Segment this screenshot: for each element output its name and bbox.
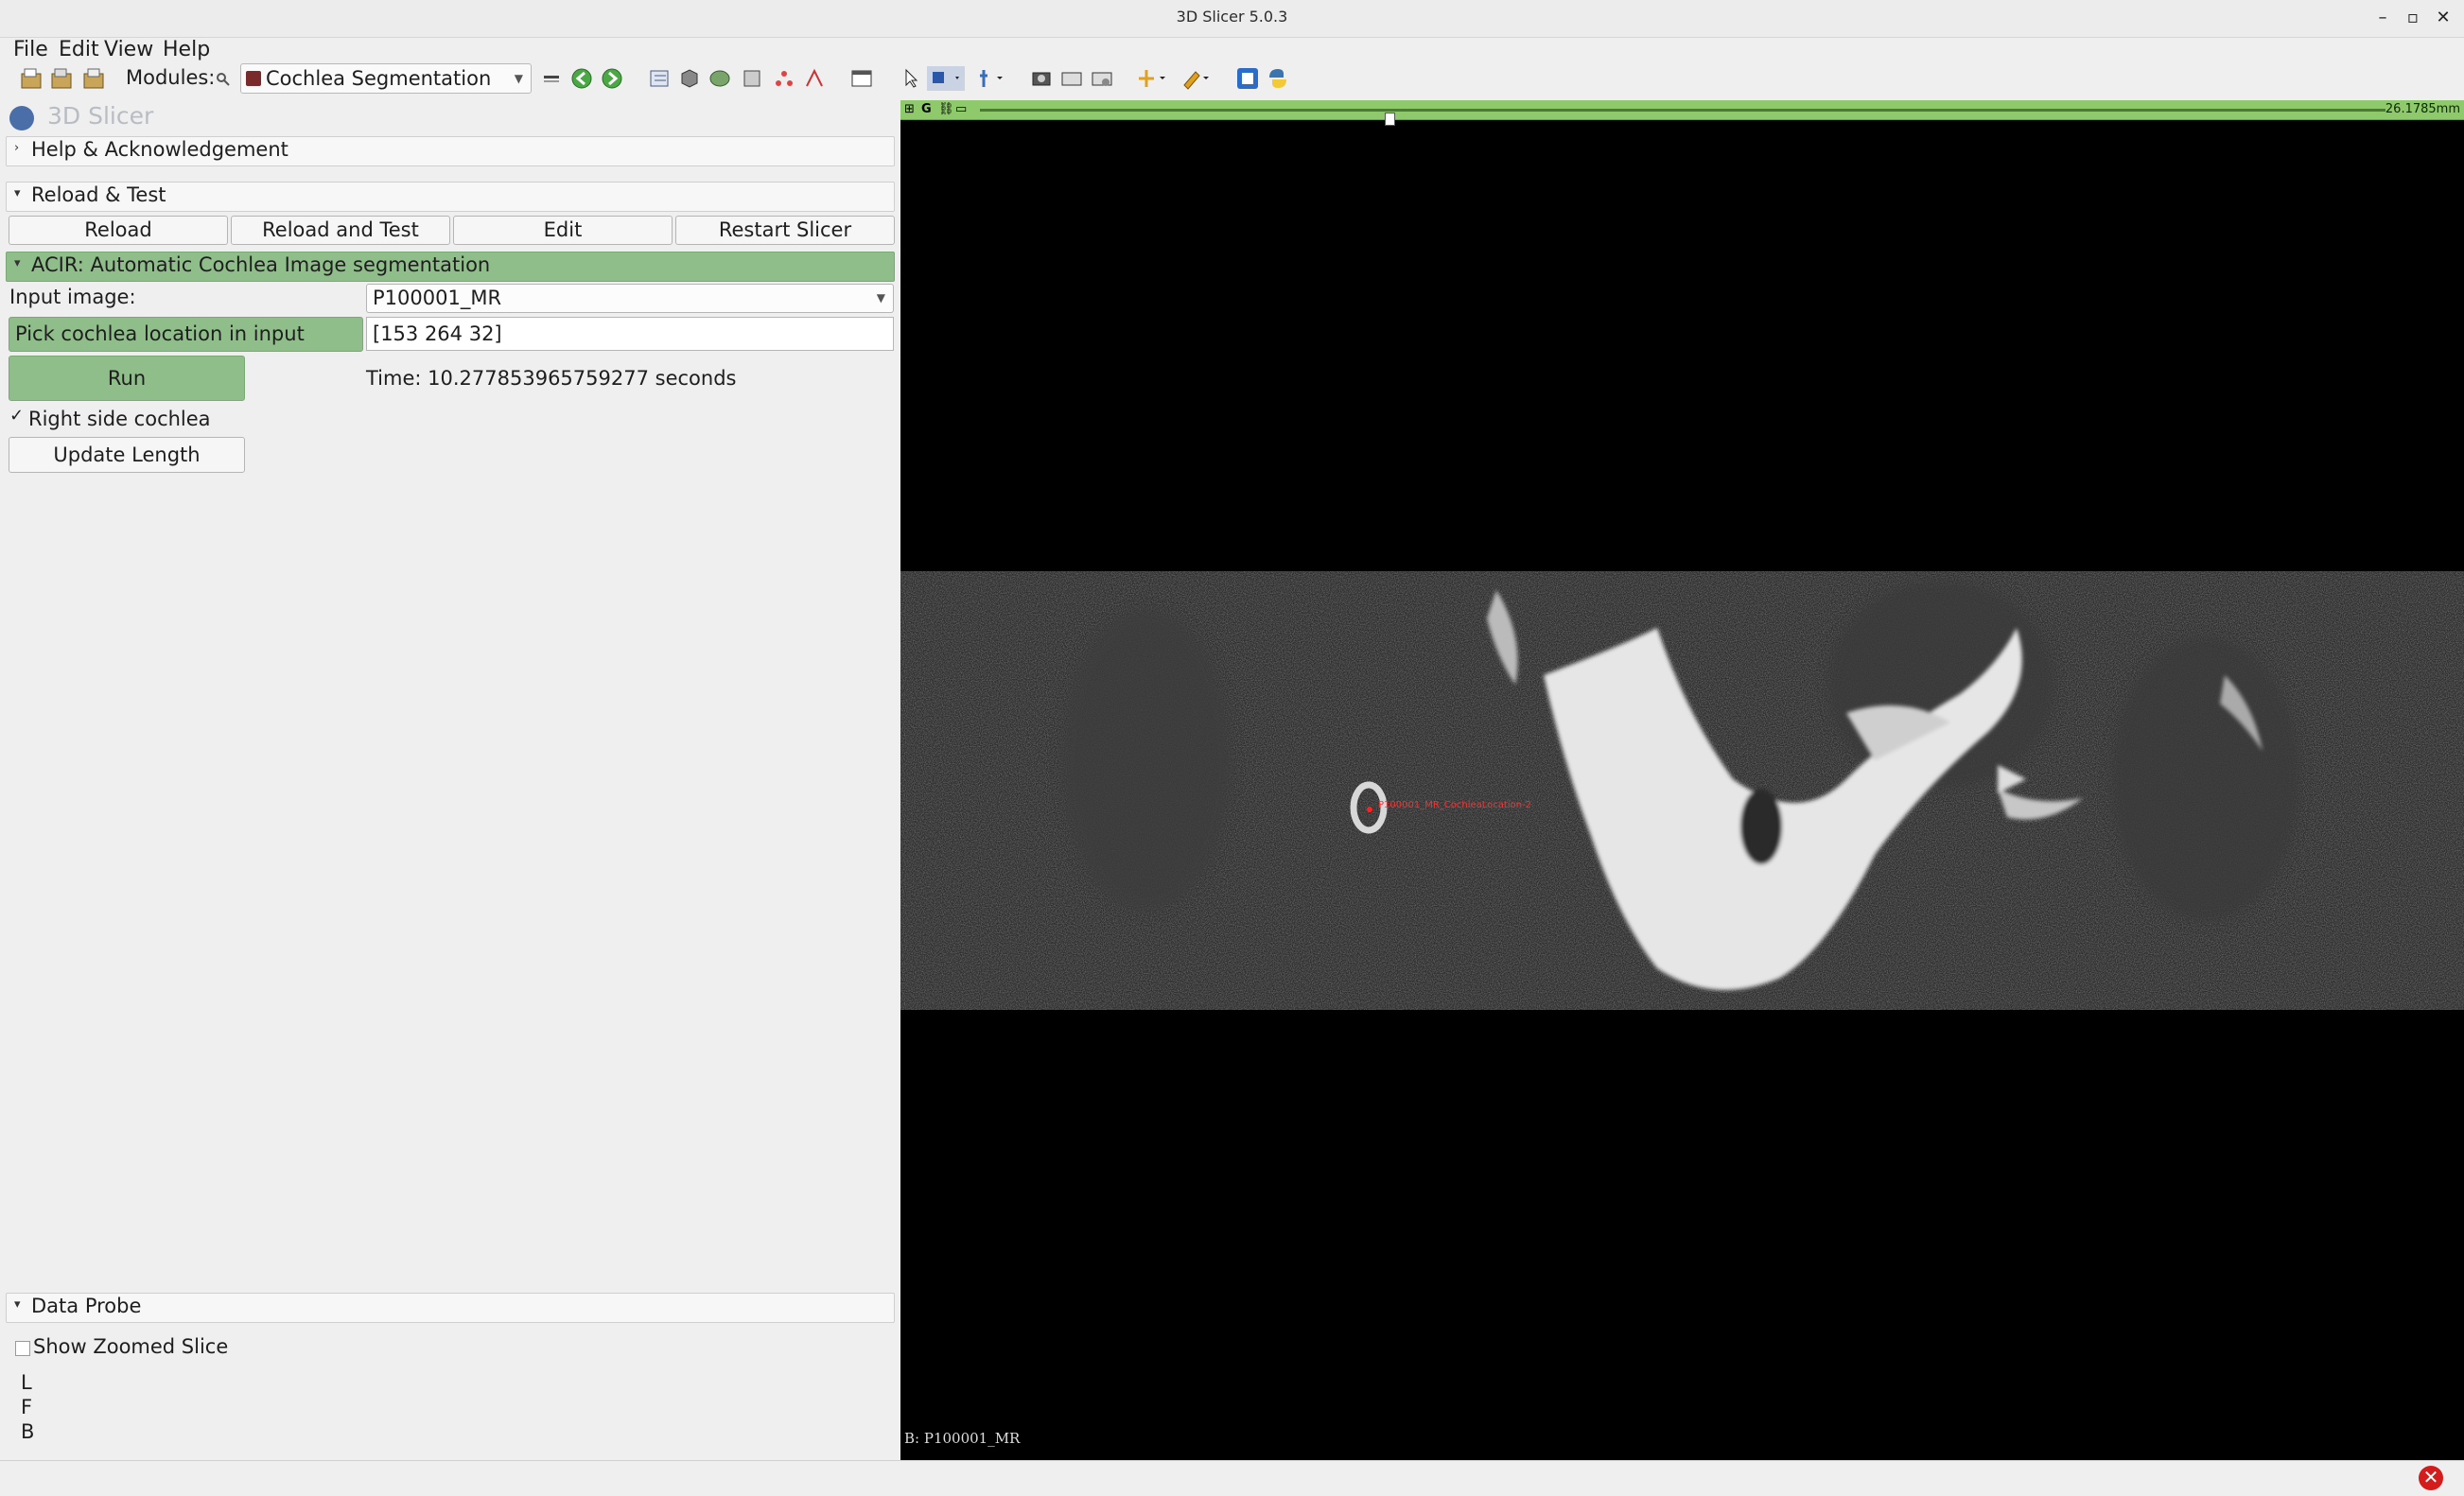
python-console-icon[interactable] [1266, 66, 1290, 91]
error-log-icon[interactable]: ✕ [2419, 1466, 2443, 1490]
fiducial-label: P100001_MR_CochleaLocation-2 [1378, 800, 1531, 810]
pin-icon[interactable]: ⊞ [904, 102, 915, 116]
scene-view-icon[interactable] [1059, 66, 1084, 91]
show-zoomed-slice-label: Show Zoomed Slice [33, 1335, 229, 1358]
probe-row-b: B [21, 1420, 35, 1443]
mri-slice-image[interactable]: P100001_MR_CochleaLocation-2 [900, 571, 2464, 1010]
window-title: 3D Slicer 5.0.3 [1176, 8, 1288, 26]
segment-editor-icon[interactable] [802, 66, 827, 91]
extensions-icon[interactable] [1235, 66, 1260, 91]
input-image-value: P100001_MR [373, 287, 502, 309]
slice-offset-slider[interactable] [980, 109, 2385, 126]
volume-icon[interactable] [677, 66, 702, 91]
run-button[interactable]: Run [9, 356, 245, 401]
view-options-icon[interactable]: ▭ [955, 102, 967, 116]
chevron-down-icon: ▼ [514, 72, 523, 85]
modules-label: Modules: [126, 66, 216, 89]
input-image-label: Input image: [9, 286, 136, 308]
show-zoomed-slice-checkbox[interactable] [15, 1341, 30, 1356]
field-of-view-text: 26.1785mm [2385, 102, 2460, 116]
forward-arrow-icon[interactable] [600, 66, 624, 91]
pointer-icon[interactable] [899, 66, 923, 91]
place-fiducial-icon[interactable] [927, 66, 965, 91]
slice-viewer[interactable]: ⊞ G ⛓ ▭ 26.1785mm P100001_MR_CochleaLoca… [900, 100, 2464, 1460]
save-icon[interactable] [81, 66, 106, 91]
section-probe-label: Data Probe [31, 1295, 142, 1317]
cochlea-location-field[interactable]: [153 264 32] [366, 317, 894, 351]
volume-label: B: P100001_MR [904, 1430, 1021, 1447]
menu-view[interactable]: View [104, 38, 153, 61]
crosshair-icon[interactable] [1137, 66, 1171, 91]
link-icon[interactable]: ⛓ [938, 102, 954, 116]
slice-offset-handle[interactable] [1385, 113, 1396, 126]
close-button[interactable]: ✕ [2431, 6, 2455, 30]
section-reload-label: Reload & Test [31, 183, 166, 206]
module-selector[interactable]: Cochlea Segmentation ▼ [240, 63, 532, 94]
module-icon [246, 71, 261, 86]
update-length-button[interactable]: Update Length [9, 437, 245, 473]
edit-button[interactable]: Edit [453, 216, 673, 245]
section-acir[interactable]: ▾ ACIR: Automatic Cochlea Image segmenta… [6, 252, 895, 282]
chevron-down-icon: ▾ [14, 186, 21, 200]
chevron-down-icon: ▼ [876, 291, 885, 304]
models-icon[interactable] [708, 66, 732, 91]
menu-edit[interactable]: Edit [59, 38, 99, 61]
dicom-icon[interactable] [49, 66, 74, 91]
main-toolbar: Modules: Cochlea Segmentation ▼ [0, 61, 2464, 100]
chevron-right-icon: › [14, 141, 20, 155]
screenshot-icon[interactable] [1029, 66, 1054, 91]
window-level-icon[interactable] [1180, 66, 1215, 91]
pick-cochlea-location-button[interactable]: Pick cochlea location in input image [9, 317, 363, 378]
menu-bar: File Edit View Help [0, 38, 2464, 61]
status-bar: ✕ [0, 1460, 2464, 1496]
section-help-label: Help & Acknowledgement [31, 138, 288, 161]
right-side-label: Right side cochlea [28, 408, 211, 430]
module-panel: 3D Slicer › Help & Acknowledgement ▾ Rel… [6, 100, 897, 1460]
minimize-button[interactable]: – [2370, 6, 2395, 30]
layout-icon[interactable] [849, 66, 874, 91]
back-arrow-icon[interactable] [569, 66, 594, 91]
slicer-logo-icon [9, 106, 34, 130]
module-history-icon[interactable] [541, 66, 566, 91]
elapsed-time-text: Time: 10.277853965759277 seconds [366, 367, 737, 390]
probe-row-f: F [21, 1396, 33, 1418]
section-acir-label: ACIR: Automatic Cochlea Image segmentati… [31, 253, 491, 276]
menu-file[interactable]: File [13, 38, 48, 61]
slice-controller-bar: ⊞ G ⛓ ▭ 26.1785mm [900, 100, 2464, 126]
crosshair-dropdown-icon[interactable] [974, 66, 1008, 91]
input-image-selector[interactable]: P100001_MR ▼ [366, 284, 894, 313]
right-side-checkbox[interactable]: ✓ [9, 408, 24, 425]
capture-icon[interactable] [1090, 66, 1114, 91]
reload-button[interactable]: Reload [9, 216, 228, 245]
module-search-icon[interactable] [216, 72, 231, 87]
chevron-down-icon: ▾ [14, 1297, 21, 1312]
chevron-down-icon: ▾ [14, 256, 21, 270]
probe-row-l: L [21, 1371, 32, 1394]
section-data-probe[interactable]: ▾ Data Probe [6, 1293, 895, 1323]
window-title-bar: 3D Slicer 5.0.3 – ▫ ✕ [0, 0, 2464, 38]
slice-letter[interactable]: G [921, 102, 932, 116]
layout-list-icon[interactable] [647, 66, 672, 91]
section-reload-test[interactable]: ▾ Reload & Test [6, 182, 895, 212]
cochlea-fiducial-point [1367, 807, 1372, 812]
reload-and-test-button[interactable]: Reload and Test [231, 216, 450, 245]
module-selector-value: Cochlea Segmentation [266, 67, 492, 90]
markups-icon[interactable] [772, 66, 796, 91]
app-logo-text: 3D Slicer [47, 102, 154, 130]
restart-slicer-button[interactable]: Restart Slicer [675, 216, 895, 245]
transforms-icon[interactable] [740, 66, 764, 91]
menu-help[interactable]: Help [163, 38, 210, 61]
load-data-icon[interactable] [19, 66, 44, 91]
maximize-button[interactable]: ▫ [2401, 6, 2425, 30]
section-help-acknowledgement[interactable]: › Help & Acknowledgement [6, 136, 895, 166]
